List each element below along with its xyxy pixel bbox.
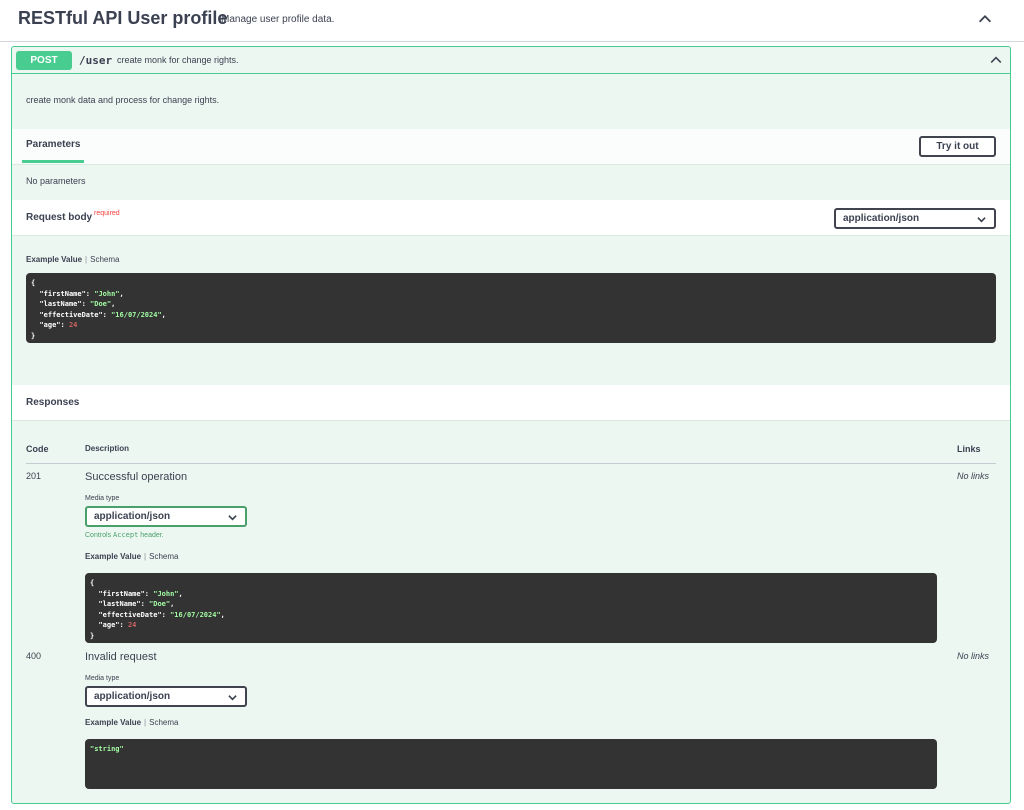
tab-example-value[interactable]: Example Value bbox=[85, 718, 141, 727]
try-it-out-button[interactable]: Try it out bbox=[919, 136, 996, 157]
operation-path: /user bbox=[79, 54, 113, 67]
tab-example-value[interactable]: Example Value bbox=[26, 255, 82, 264]
tab-example-value[interactable]: Example Value bbox=[85, 552, 141, 561]
parameters-header: Parameters bbox=[12, 129, 1010, 165]
response-description: Invalid request bbox=[85, 651, 157, 663]
select-value: application/json bbox=[94, 691, 171, 702]
response-201-media-type-select[interactable]: application/json bbox=[85, 506, 247, 527]
response-400-example-tabs: Example Value | Schema bbox=[85, 718, 179, 727]
tag-title: RESTful API User profile bbox=[18, 8, 228, 28]
operation-summary[interactable]: POST /user create monk for change rights… bbox=[12, 47, 1010, 74]
operation-summary-text: create monk for change rights. bbox=[117, 55, 239, 65]
tag-description: Manage user profile data. bbox=[221, 14, 335, 25]
select-value: application/json bbox=[843, 213, 920, 224]
response-links: No links bbox=[957, 471, 990, 481]
tab-schema[interactable]: Schema bbox=[90, 255, 119, 264]
no-parameters-text: No parameters bbox=[26, 176, 86, 186]
request-body-label: Request body bbox=[26, 212, 93, 223]
method-badge: POST bbox=[16, 51, 72, 70]
controls-accept-note: Controls Accept header. bbox=[85, 531, 164, 539]
select-value: application/json bbox=[94, 511, 171, 522]
response-code-400: 400 bbox=[26, 651, 42, 661]
table-header-divider bbox=[26, 463, 996, 464]
responses-header: Responses bbox=[12, 385, 1010, 421]
tab-parameters[interactable]: Parameters bbox=[26, 139, 80, 150]
chevron-down-icon bbox=[228, 515, 237, 521]
chevron-down-icon bbox=[977, 217, 986, 223]
media-type-label: Media type bbox=[85, 675, 120, 682]
response-links: No links bbox=[957, 651, 990, 661]
tag-header[interactable]: RESTful API User profile Manage user pro… bbox=[0, 0, 1024, 42]
request-example-code: { "firstName": "John", "lastName": "Doe"… bbox=[26, 273, 996, 343]
operation-description: create monk data and process for change … bbox=[26, 95, 220, 105]
tab-schema[interactable]: Schema bbox=[149, 552, 178, 561]
response-400-example-code: "string" bbox=[85, 739, 937, 789]
response-400-media-type-select[interactable]: application/json bbox=[85, 686, 247, 707]
chevron-down-icon bbox=[228, 695, 237, 701]
required-badge: required bbox=[94, 210, 120, 217]
col-header-code: Code bbox=[26, 444, 49, 454]
tab-schema[interactable]: Schema bbox=[149, 718, 178, 727]
response-201-example-tabs: Example Value | Schema bbox=[85, 552, 179, 561]
response-description: Successful operation bbox=[85, 471, 188, 483]
responses-label: Responses bbox=[26, 397, 80, 408]
chevron-up-icon[interactable] bbox=[976, 10, 994, 28]
operation-block: POST /user create monk for change rights… bbox=[11, 46, 1011, 804]
response-code-201: 201 bbox=[26, 471, 42, 481]
chevron-up-icon[interactable] bbox=[988, 52, 1004, 68]
tab-underline bbox=[22, 160, 84, 163]
col-header-description: Description bbox=[85, 444, 130, 453]
response-201-example-code: { "firstName": "John", "lastName": "Doe"… bbox=[85, 573, 937, 643]
col-header-links: Links bbox=[957, 444, 981, 454]
request-example-tabs: Example Value | Schema bbox=[26, 255, 120, 264]
request-content-type-select[interactable]: application/json bbox=[834, 208, 996, 229]
media-type-label: Media type bbox=[85, 495, 120, 502]
